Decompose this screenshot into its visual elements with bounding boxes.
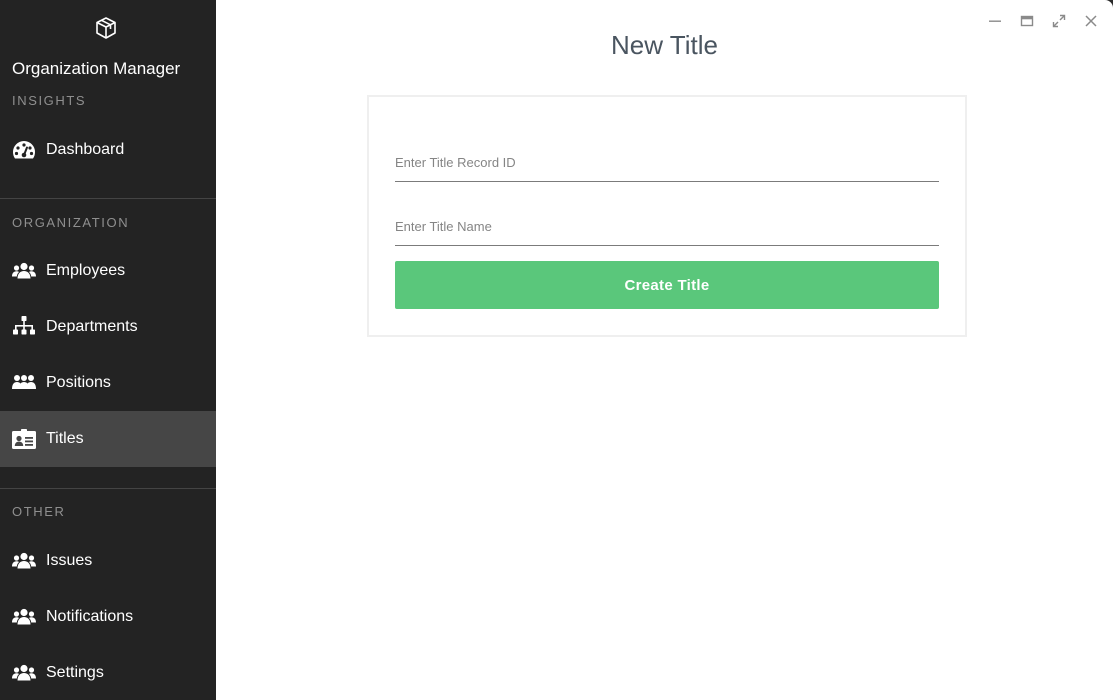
restore-icon[interactable] <box>1011 12 1043 30</box>
sidebar-item-employees[interactable]: Employees <box>0 243 216 299</box>
sidebar-item-label: Positions <box>46 374 111 391</box>
minimize-icon[interactable] <box>979 12 1011 30</box>
sidebar-item-positions[interactable]: Positions <box>0 355 216 411</box>
users-icon <box>12 549 36 573</box>
create-title-button[interactable]: Create Title <box>395 261 939 309</box>
users-icon <box>12 259 36 283</box>
user-group-icon <box>12 371 36 395</box>
app-window: Organization Manager INSIGHTS Dashboard <box>0 0 1113 700</box>
sidebar-divider <box>0 198 216 199</box>
close-icon[interactable] <box>1075 12 1107 30</box>
window-controls <box>979 12 1107 30</box>
sidebar-item-settings[interactable]: Settings <box>0 645 216 700</box>
record-id-field <box>395 147 939 182</box>
sidebar-item-issues[interactable]: Issues <box>0 533 216 589</box>
sitemap-icon <box>12 315 36 339</box>
brand: Organization Manager <box>0 0 216 96</box>
sidebar-item-dashboard[interactable]: Dashboard <box>0 122 216 178</box>
sidebar-item-label: Titles <box>46 430 84 447</box>
sidebar: Organization Manager INSIGHTS Dashboard <box>0 0 216 700</box>
app-title: Organization Manager <box>12 59 181 78</box>
title-name-input[interactable] <box>395 211 939 241</box>
sidebar-item-label: Issues <box>46 552 93 569</box>
sidebar-item-label: Notifications <box>46 608 134 625</box>
record-id-input[interactable] <box>395 147 939 177</box>
main-content: New Title Create Title <box>216 0 1113 700</box>
sidebar-item-departments[interactable]: Departments <box>0 299 216 355</box>
sidebar-item-label: Employees <box>46 262 126 279</box>
id-card-icon <box>12 427 36 451</box>
sidebar-item-titles[interactable]: Titles <box>0 411 216 467</box>
users-icon <box>12 605 36 629</box>
section-label-insights: INSIGHTS <box>12 93 87 108</box>
title-name-field <box>395 211 939 246</box>
sidebar-item-label: Settings <box>46 664 104 681</box>
sidebar-item-label: Dashboard <box>46 141 125 158</box>
tachometer-icon <box>12 138 36 162</box>
box-logo-icon <box>94 16 118 40</box>
sidebar-item-label: Departments <box>46 318 138 335</box>
sidebar-divider <box>0 488 216 489</box>
section-label-other: OTHER <box>12 504 66 519</box>
new-title-form: Create Title <box>367 95 967 337</box>
users-icon <box>12 661 36 685</box>
section-label-organization: ORGANIZATION <box>12 215 130 230</box>
page-title: New Title <box>611 30 718 60</box>
sidebar-item-notifications[interactable]: Notifications <box>0 589 216 645</box>
fullscreen-icon[interactable] <box>1043 12 1075 30</box>
